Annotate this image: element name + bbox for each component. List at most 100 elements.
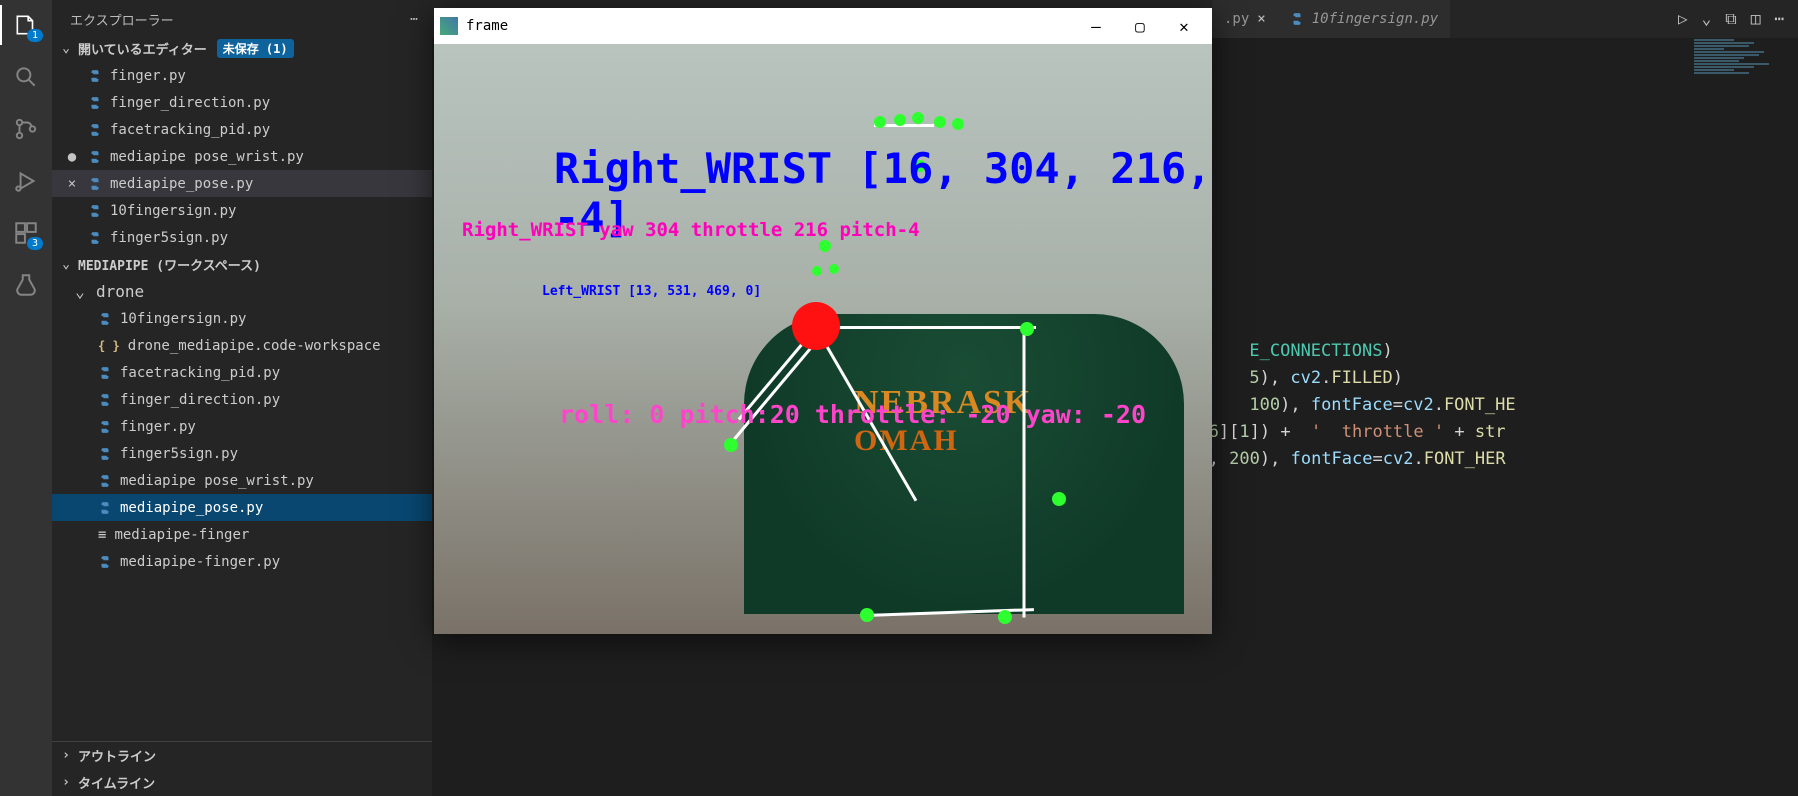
python-icon bbox=[98, 366, 112, 380]
cv-frame: NEBRASK OMAH Right_WRIST [16, 304, 216, … bbox=[434, 44, 1212, 634]
python-icon bbox=[98, 447, 112, 461]
minimize-button[interactable]: — bbox=[1074, 8, 1118, 44]
file-item[interactable]: 10fingersign.py bbox=[52, 305, 432, 332]
wrist-marker bbox=[792, 302, 840, 350]
close-icon[interactable]: × bbox=[1257, 11, 1265, 27]
more-icon[interactable]: ⋯ bbox=[1774, 9, 1784, 29]
file-label: mediapipe_pose.py bbox=[110, 176, 253, 192]
file-item[interactable]: ≡mediapipe-finger bbox=[52, 521, 432, 548]
file-item[interactable]: mediapipe pose_wrist.py bbox=[52, 467, 432, 494]
tab-10fingersign[interactable]: 10fingersign.py bbox=[1278, 0, 1450, 38]
file-label: mediapipe pose_wrist.py bbox=[110, 149, 304, 165]
outline-header[interactable]: › アウトライン bbox=[52, 742, 432, 769]
file-label: 10fingersign.py bbox=[120, 311, 246, 327]
file-label: 10fingersign.py bbox=[110, 203, 236, 219]
chevron-down-icon: ⌄ bbox=[58, 41, 74, 56]
outline-label: アウトライン bbox=[78, 746, 156, 765]
tab-label: 10fingersign.py bbox=[1312, 11, 1438, 27]
maximize-button[interactable]: ▢ bbox=[1118, 8, 1162, 44]
file-label: mediapipe_pose.py bbox=[120, 500, 263, 516]
run-debug-icon[interactable] bbox=[11, 166, 41, 196]
python-icon bbox=[88, 204, 102, 218]
tab-partial[interactable]: .py × bbox=[1212, 0, 1278, 38]
overlay-left-wrist: Left_WRIST [13, 531, 469, 0] bbox=[542, 284, 761, 299]
cv-titlebar[interactable]: frame — ▢ ✕ bbox=[434, 8, 1212, 44]
file-label: finger.py bbox=[120, 419, 196, 435]
open-editor-item[interactable]: finger_direction.py bbox=[52, 89, 432, 116]
drone-files-list: 10fingersign.py{ } drone_mediapipe.code-w… bbox=[52, 305, 432, 575]
cv-app-icon bbox=[440, 17, 458, 35]
python-icon bbox=[88, 96, 102, 110]
file-label: facetracking_pid.py bbox=[120, 365, 280, 381]
python-icon bbox=[98, 474, 112, 488]
file-label: finger5sign.py bbox=[120, 446, 238, 462]
python-icon bbox=[98, 555, 112, 569]
python-icon bbox=[98, 393, 112, 407]
tab-label: .py bbox=[1224, 11, 1249, 27]
python-icon bbox=[98, 501, 112, 515]
python-icon bbox=[88, 150, 102, 164]
file-label: drone_mediapipe.code-workspace bbox=[128, 338, 381, 354]
file-item[interactable]: finger_direction.py bbox=[52, 386, 432, 413]
open-editors-label: 開いているエディター bbox=[78, 39, 207, 58]
chevron-down-icon: ⌄ bbox=[58, 257, 74, 272]
open-editors-list: finger.py finger_direction.py facetracki… bbox=[52, 62, 432, 251]
chevron-down-icon: ⌄ bbox=[72, 282, 88, 301]
open-editor-item[interactable]: finger.py bbox=[52, 62, 432, 89]
activity-bar: 1 3 bbox=[0, 0, 52, 796]
python-icon bbox=[88, 231, 102, 245]
timeline-header[interactable]: › タイムライン bbox=[52, 769, 432, 796]
file-label: finger_direction.py bbox=[110, 95, 270, 111]
close-icon[interactable]: × bbox=[64, 176, 80, 192]
person-shirt bbox=[744, 314, 1184, 614]
open-editor-item[interactable]: 10fingersign.py bbox=[52, 197, 432, 224]
python-icon bbox=[88, 123, 102, 137]
file-item[interactable]: facetracking_pid.py bbox=[52, 359, 432, 386]
more-icon[interactable]: ⋯ bbox=[410, 12, 418, 27]
explorer-panel: エクスプローラー ⋯ ⌄ 開いているエディター 未保存 (1) finger.p… bbox=[52, 0, 432, 796]
open-editor-item[interactable]: facetracking_pid.py bbox=[52, 116, 432, 143]
file-item[interactable]: { } drone_mediapipe.code-workspace bbox=[52, 332, 432, 359]
python-icon bbox=[98, 312, 112, 326]
split-icon[interactable]: ◫ bbox=[1751, 9, 1761, 29]
file-label: mediapipe pose_wrist.py bbox=[120, 473, 314, 489]
unsaved-badge: 未保存 (1) bbox=[217, 39, 294, 58]
file-label: finger_direction.py bbox=[120, 392, 280, 408]
explorer-header: エクスプローラー ⋯ bbox=[52, 0, 432, 35]
open-editor-item[interactable]: ● mediapipe pose_wrist.py bbox=[52, 143, 432, 170]
python-icon bbox=[98, 420, 112, 434]
workspace-icon: { } bbox=[98, 339, 120, 353]
open-editor-item[interactable]: × mediapipe_pose.py bbox=[52, 170, 432, 197]
explorer-icon[interactable]: 1 bbox=[11, 10, 41, 40]
file-label: finger5sign.py bbox=[110, 230, 228, 246]
run-icon[interactable]: ▷ bbox=[1678, 9, 1688, 29]
close-button[interactable]: ✕ bbox=[1162, 8, 1206, 44]
modified-icon[interactable]: ● bbox=[64, 149, 80, 165]
chevron-right-icon: › bbox=[58, 748, 74, 763]
file-label: finger.py bbox=[110, 68, 186, 84]
workspace-label: MEDIAPIPE (ワークスペース) bbox=[78, 255, 261, 274]
workspace-header[interactable]: ⌄ MEDIAPIPE (ワークスペース) bbox=[52, 251, 432, 278]
chevron-down-icon[interactable]: ⌄ bbox=[1702, 9, 1712, 29]
overlay-roll-pitch: roll: 0 pitch:20 throttle: -20 yaw: -20 bbox=[559, 400, 1146, 429]
file-item[interactable]: mediapipe_pose.py bbox=[52, 494, 432, 521]
search-icon[interactable] bbox=[11, 62, 41, 92]
testing-icon[interactable] bbox=[11, 270, 41, 300]
file-label: mediapipe-finger bbox=[114, 527, 249, 543]
folder-label: drone bbox=[96, 282, 144, 301]
compare-icon[interactable]: ⧉ bbox=[1725, 9, 1736, 29]
file-item[interactable]: finger.py bbox=[52, 413, 432, 440]
extensions-badge: 3 bbox=[27, 237, 43, 250]
overlay-yaw-throttle: Right_WRIST yaw 304 throttle 216 pitch-4 bbox=[462, 219, 920, 241]
cv-window: frame — ▢ ✕ NEBRASK OMAH Right_WRIST [16… bbox=[434, 8, 1212, 634]
open-editors-header[interactable]: ⌄ 開いているエディター 未保存 (1) bbox=[52, 35, 432, 62]
folder-drone[interactable]: ⌄ drone bbox=[52, 278, 432, 305]
open-editor-item[interactable]: finger5sign.py bbox=[52, 224, 432, 251]
explorer-title: エクスプローラー bbox=[70, 10, 174, 29]
file-item[interactable]: finger5sign.py bbox=[52, 440, 432, 467]
chevron-right-icon: › bbox=[58, 775, 74, 790]
extensions-icon[interactable]: 3 bbox=[11, 218, 41, 248]
python-icon bbox=[88, 177, 102, 191]
source-control-icon[interactable] bbox=[11, 114, 41, 144]
file-item[interactable]: mediapipe-finger.py bbox=[52, 548, 432, 575]
